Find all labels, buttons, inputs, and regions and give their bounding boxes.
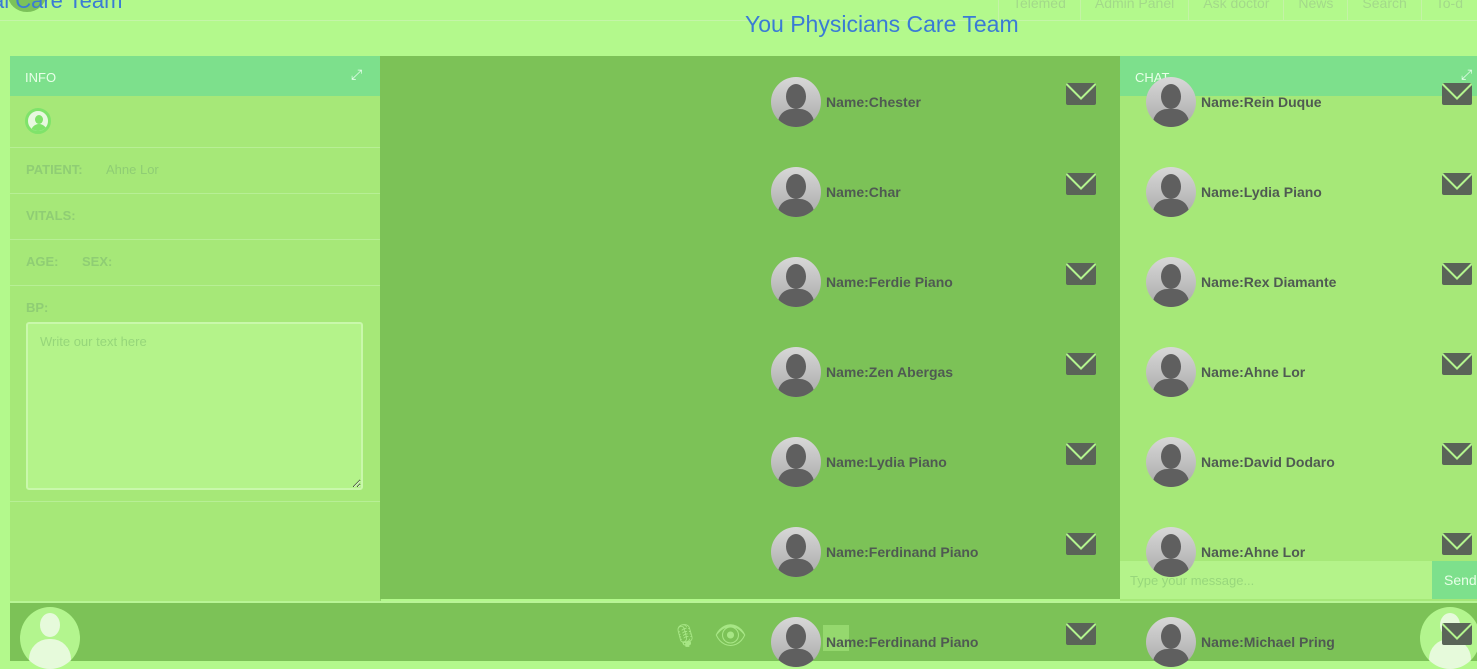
page-title: You Physicians Care Team (745, 11, 1019, 37)
brand-text[interactable]: al Care Team (0, 0, 122, 14)
envelope-icon[interactable] (1066, 173, 1096, 195)
doctor-name: Name:Char (826, 184, 901, 200)
top-nav: Telemed Admin Panel Ask doctor News Sear… (997, 0, 1477, 20)
info-panel-header: INFO ⤢ (10, 56, 380, 96)
envelope-icon[interactable] (1442, 353, 1472, 375)
doctor-avatar (1146, 527, 1196, 577)
envelope-icon[interactable] (1066, 443, 1096, 465)
envelope-icon[interactable] (1442, 83, 1472, 105)
doctor-name: Name:David Dodaro (1201, 454, 1335, 470)
header-divider (0, 20, 1477, 21)
patient-row: PATIENT: Ahne Lor (10, 148, 380, 194)
microphone-icon[interactable]: 🎙︎ (671, 623, 699, 649)
nav-search[interactable]: Search (1347, 0, 1420, 20)
doctor-name: Name:Ahne Lor (1201, 544, 1306, 560)
doctor-avatar (1146, 437, 1196, 487)
doctor-avatar (771, 437, 821, 487)
send-button[interactable]: Send (1432, 561, 1477, 599)
info-panel-title: INFO (25, 70, 57, 85)
doctor-avatar (771, 77, 821, 127)
doctor-avatar (771, 167, 821, 217)
patient-label: PATIENT: (26, 162, 83, 177)
doctor-name: Name:Zen Abergas (826, 364, 954, 380)
doctor-name: Name:Lydia Piano (826, 454, 947, 470)
envelope-icon[interactable] (1442, 263, 1472, 285)
patient-value: Ahne Lor (106, 162, 159, 177)
sex-label: SEX: (82, 254, 113, 269)
expand-icon[interactable]: ⤢ (1461, 66, 1472, 83)
doctor-avatar (1146, 77, 1196, 127)
video-area (380, 56, 1120, 599)
vitals-row: VITALS: (10, 194, 380, 240)
info-panel: INFO ⤢ PATIENT: Ahne Lor VITALS: AGE: SE… (10, 56, 381, 601)
eye-icon[interactable]: 👁︎ (714, 620, 747, 651)
envelope-icon[interactable] (1066, 353, 1096, 375)
nav-admin-panel[interactable]: Admin Panel (1079, 0, 1188, 20)
envelope-icon[interactable] (1066, 83, 1096, 105)
nav-ask-doctor[interactable]: Ask doctor (1188, 0, 1283, 20)
envelope-icon[interactable] (1442, 623, 1472, 645)
doctor-name: Name:Ferdinand Piano (826, 544, 979, 560)
doctor-avatar (771, 347, 821, 397)
nav-news[interactable]: News (1283, 0, 1347, 20)
patient-avatar-row (10, 96, 380, 148)
chat-panel: CHAT ⤢ (1120, 56, 1477, 601)
doctor-avatar (771, 617, 821, 667)
patient-avatar (25, 108, 51, 134)
doctor-name: Name:Ferdinand Piano (826, 634, 979, 650)
self-video-avatar (20, 607, 80, 669)
doctor-name: Name:Rex Diamante (1201, 274, 1337, 290)
doctor-name: Name:Ahne Lor (1201, 364, 1306, 380)
bp-label: BP: (26, 300, 49, 315)
doctor-name: Name:Chester (826, 94, 921, 110)
doctor-name: Name:Michael Pring (1201, 634, 1335, 650)
note-textarea[interactable] (26, 322, 363, 490)
age-sex-row: AGE: SEX: (10, 240, 380, 286)
envelope-icon[interactable] (1066, 623, 1096, 645)
doctor-avatar (771, 527, 821, 577)
envelope-icon[interactable] (1066, 533, 1096, 555)
doctor-name: Name:Rein Duque (1201, 94, 1322, 110)
envelope-icon[interactable] (1442, 173, 1472, 195)
info-divider (10, 501, 380, 502)
doctor-name: Name:Ferdie Piano (826, 274, 953, 290)
doctor-avatar (1146, 167, 1196, 217)
doctor-avatar (771, 257, 821, 307)
doctor-avatar (1146, 347, 1196, 397)
doctor-avatar (1146, 257, 1196, 307)
expand-icon[interactable]: ⤢ (351, 66, 362, 83)
envelope-icon[interactable] (1442, 443, 1472, 465)
age-label: AGE: (26, 254, 59, 269)
nav-todo[interactable]: To-d (1420, 0, 1477, 20)
vitals-label: VITALS: (26, 208, 76, 223)
doctor-name: Name:Lydia Piano (1201, 184, 1322, 200)
envelope-icon[interactable] (1442, 533, 1472, 555)
envelope-icon[interactable] (1066, 263, 1096, 285)
doctor-avatar (1146, 617, 1196, 667)
